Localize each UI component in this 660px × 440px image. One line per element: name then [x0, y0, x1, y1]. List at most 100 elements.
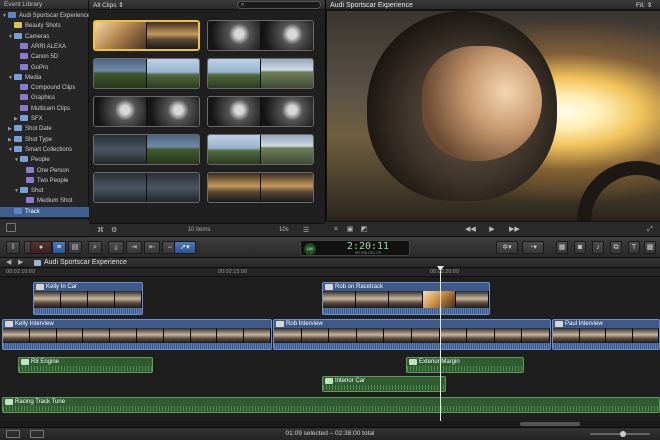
video-clip-icon [276, 321, 284, 327]
viewer-fit-dropdown[interactable]: Fit: ⇕ [636, 1, 652, 10]
photos-icon[interactable]: ◙ [574, 241, 586, 254]
library-item[interactable]: ▶ Shot Type [0, 135, 89, 145]
viewer-title: Audi Sportscar Experience [330, 2, 413, 9]
library-item[interactable]: Track [0, 206, 89, 217]
library-item[interactable]: Two People [0, 176, 89, 186]
viewer-transport-bar: ⌗ ▣ ◩ ◀◀ ▶ ▶▶ ⤢ [325, 221, 660, 236]
import-icon[interactable]: ⇩ [6, 241, 20, 254]
audio-clip-icon [325, 378, 333, 384]
library-item[interactable]: ▶ SFX [0, 114, 89, 124]
clip-thumbnail [95, 22, 147, 49]
clip-appearance-icon[interactable] [30, 430, 44, 438]
library-item[interactable]: ▼ Smart Collections [0, 145, 89, 155]
library-item[interactable]: Compound Clips [0, 83, 89, 93]
library-toggle-icon[interactable]: ▤ [68, 241, 82, 254]
timeline-clip-paul-interview[interactable]: Paul Interview [552, 319, 660, 350]
browser-clip-filmstrip[interactable] [93, 58, 200, 89]
library-item[interactable]: GoPro [0, 63, 89, 73]
select-tool-icon[interactable]: ➚▾ [174, 241, 196, 254]
library-item[interactable]: ▼ Audi Sportscar Experience [0, 11, 90, 21]
inspector-icon[interactable]: ▦ [556, 241, 568, 254]
library-item[interactable]: Medium Shot [0, 196, 89, 206]
browser-clip-filmstrip[interactable] [207, 20, 314, 51]
retime-icon[interactable]: ◔▾ [522, 241, 544, 254]
record-indicator-icon[interactable]: ● [30, 241, 52, 254]
timeline-scrollbar-thumb[interactable] [520, 422, 580, 426]
browser-clip-filmstrip[interactable] [93, 96, 200, 127]
forward-arrow-icon[interactable]: ▶ [18, 258, 23, 268]
append-clip-icon[interactable]: ⇤ [144, 241, 160, 254]
enhancements-icon[interactable]: ✲▾ [496, 241, 518, 254]
timeline-clip-rob-on-racetrack[interactable]: Rob on Racetrack [322, 282, 490, 315]
crop-icon[interactable]: ⌗ [331, 225, 341, 234]
browser-clip-filmstrip[interactable] [207, 58, 314, 89]
fullscreen-icon[interactable]: ⤢ [645, 225, 655, 234]
transitions-icon[interactable]: ⧉ [610, 241, 622, 254]
browser-toggle-icon[interactable]: ≡ [52, 241, 66, 254]
background-task-percent[interactable]: 100 [304, 243, 316, 255]
insert-clip-icon[interactable]: ⇥ [126, 241, 142, 254]
back-arrow-icon[interactable]: ◀ [6, 258, 11, 268]
next-edit-icon[interactable]: ▶▶ [509, 225, 520, 234]
smart-icon [20, 42, 28, 49]
clip-filter-dropdown[interactable]: All Clips ⇕ [93, 1, 124, 10]
transform-icon[interactable]: ▣ [345, 225, 355, 234]
library-item[interactable]: ▼ Cameras [0, 32, 89, 42]
browser-clip-filmstrip[interactable] [93, 172, 200, 203]
music-icon[interactable]: ♪ [592, 241, 604, 254]
browser-clip-filmstrip[interactable] [207, 172, 314, 203]
library-item[interactable]: One Person [0, 166, 89, 176]
show-hide-library-icon[interactable] [6, 223, 16, 232]
timeline-clip-r8-engine[interactable]: R8 Engine [18, 357, 153, 373]
clip-thumbnail [94, 59, 147, 88]
keyword-icon[interactable]: ⌘ [97, 226, 104, 234]
timeline-zoom-knob[interactable] [620, 431, 626, 437]
timeline-clip-kelly-interview[interactable]: Kelly Interview [2, 319, 272, 350]
folder-icon [14, 73, 22, 80]
list-view-icon[interactable]: ☰ [303, 226, 309, 234]
browser-zoom-value[interactable]: 10s [279, 227, 289, 233]
library-item-label: Beauty Shots [25, 23, 61, 30]
timeline-clip-racing-track-tune[interactable]: Racing Track Tune [2, 397, 660, 413]
browser-search-field[interactable]: ⌕ [237, 1, 321, 9]
library-item[interactable]: Multicam Clips [0, 104, 89, 114]
gear-icon[interactable]: ⚙ [111, 226, 117, 234]
timeline-clip-kelly-in-car[interactable]: Kelly In Car [33, 282, 143, 315]
timecode-display[interactable]: 100 2:20:11 HR MIN SEC FR [300, 240, 410, 256]
library-item[interactable]: ▼ People [0, 155, 89, 165]
magnify-icon[interactable]: ⌕ [88, 241, 102, 254]
library-item-label: Shot [31, 188, 44, 195]
library-item[interactable]: ▼ Media [0, 73, 89, 83]
timeline-ruler[interactable]: 00:02:10:00 00:02:15:00 00:02:20:00 [0, 268, 660, 277]
previous-edit-icon[interactable]: ◀◀ [465, 225, 476, 234]
timecode-units: HR MIN SEC FR [354, 251, 382, 255]
browser-clip-filmstrip[interactable] [93, 20, 200, 51]
smart-icon [20, 63, 28, 70]
library-item[interactable]: Graphics [0, 93, 89, 103]
play-icon[interactable]: ▶ [487, 225, 497, 234]
library-item[interactable]: ARRI ALEXA [0, 42, 89, 52]
timeline-clip-interior-car[interactable]: Interior Car [322, 376, 446, 392]
smart-icon [20, 104, 28, 111]
timeline-playhead[interactable] [440, 266, 441, 421]
library-item[interactable]: ▼ Shot [0, 186, 89, 196]
browser-clip-filmstrip[interactable] [93, 134, 200, 165]
library-item[interactable]: Beauty Shots [0, 21, 89, 31]
timeline-index-icon[interactable] [6, 430, 20, 438]
browser-clip-filmstrip[interactable] [207, 96, 314, 127]
browser-footer: ⌘ ⚙ 10 items 10s ☰ [89, 223, 325, 236]
distort-icon[interactable]: ◩ [359, 225, 369, 234]
connect-clip-icon[interactable]: ⤓ [108, 241, 124, 254]
generators-icon[interactable]: ▩ [644, 241, 656, 254]
titles-icon[interactable]: T [628, 241, 640, 254]
library-item-label: Track [25, 208, 40, 215]
timeline-clip-exterior-margin[interactable]: Exterior Margin [406, 357, 524, 373]
library-item[interactable]: ▶ Shot Date [0, 124, 89, 134]
timeline-clip-rob-interview[interactable]: Rob Interview [273, 319, 551, 350]
clip-thumbnail [261, 21, 313, 50]
browser-clip-filmstrip[interactable] [207, 134, 314, 165]
clip-thumbnail [261, 135, 313, 164]
clip-thumbnail [147, 59, 199, 88]
library-item[interactable]: Canon 5D [0, 52, 89, 62]
steering-wheel-image [577, 161, 660, 221]
